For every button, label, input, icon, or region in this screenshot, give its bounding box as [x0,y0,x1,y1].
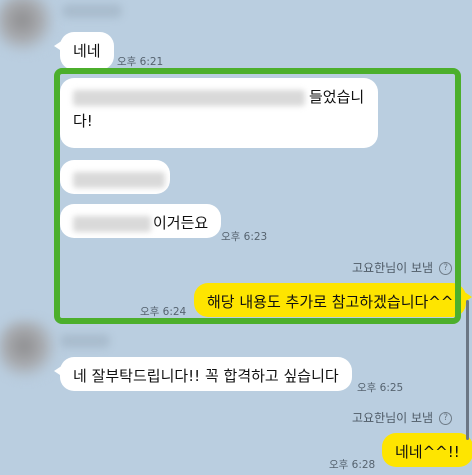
message-bubble-sent[interactable]: 해당 내용도 추가로 참고하겠습니다^^ [194,283,472,317]
message-bubble-received[interactable]: 네 잘부탁드립니다!! 꼭 합격하고 싶습니다 [54,357,352,391]
message-text: 네네^^!! [395,443,460,461]
message-timestamp: 오후 6:21 [117,56,164,68]
scrollbar[interactable] [466,300,469,440]
message-bubble-received[interactable] [60,160,170,194]
message-line-1: 들었습니 [73,85,365,109]
sent-by-label: 고요한님이 보냄? [352,259,453,276]
sent-by-label: 고요한님이 보냄? [352,409,453,426]
sent-by-text: 고요한님이 보냄 [352,261,434,275]
message-timestamp: 오후 6:23 [221,231,268,243]
sender-avatar[interactable] [0,0,54,52]
message-text: 이거든요 [153,214,209,232]
sender-avatar[interactable] [0,320,56,378]
message-bubble-sent[interactable]: 네네^^!! [382,433,472,467]
help-icon[interactable]: ? [439,262,453,275]
message-bubble-received[interactable]: 이거든요 [60,204,222,238]
message-bubble-received[interactable]: 들었습니 다! [60,78,378,148]
sender-name-blurred [60,334,110,348]
message-line-2: 다! [73,112,93,130]
message-bubble-received[interactable]: 네네 [54,32,114,70]
redacted-text [73,171,165,188]
message-timestamp: 오후 6:25 [357,382,404,394]
sent-by-text: 고요한님이 보냄 [352,411,434,425]
message-timestamp: 오후 6:24 [140,306,187,318]
help-icon[interactable]: ? [439,412,453,425]
message-timestamp: 오후 6:28 [329,459,376,471]
sender-name-blurred [62,4,122,18]
chat-view: 네네 오후 6:21 들었습니 다! 이거든요 오후 6:23 고요한님이 보냄… [0,0,472,475]
message-text: 들었습니 [309,88,365,106]
message-text: 네 잘부탁드립니다!! 꼭 합격하고 싶습니다 [73,367,339,385]
redacted-text [73,89,305,106]
message-text: 해당 내용도 추가로 참고하겠습니다^^ [207,293,454,311]
redacted-text [73,215,151,232]
message-text: 네네 [73,42,101,60]
